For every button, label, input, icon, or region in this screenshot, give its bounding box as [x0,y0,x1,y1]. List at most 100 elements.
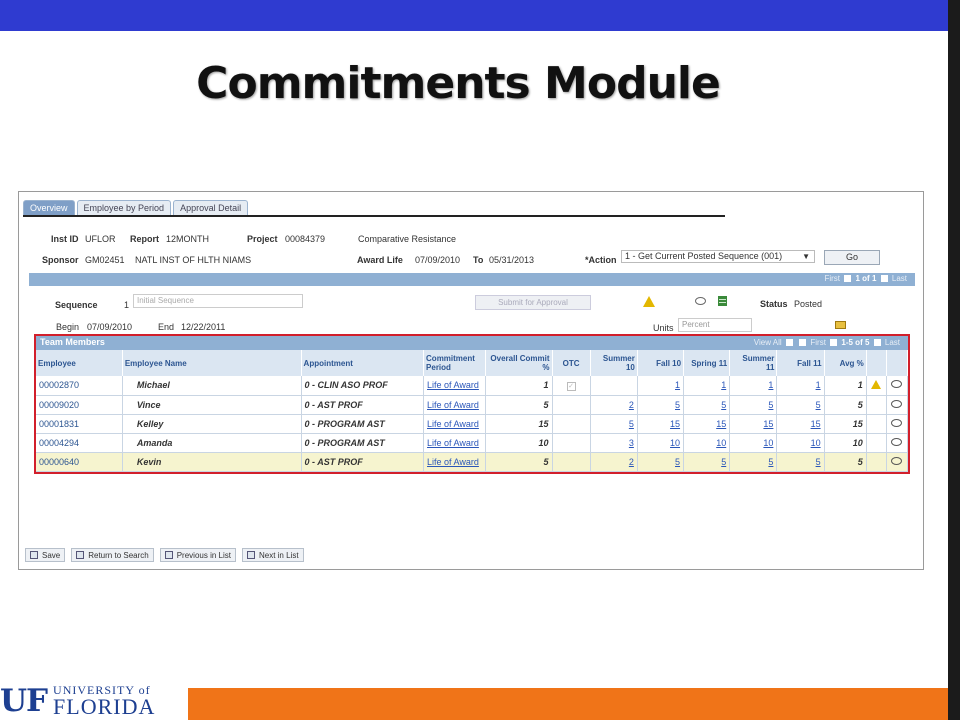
table-row[interactable]: 00002870 Michael 0 - CLIN ASO PROF Life … [36,376,909,396]
summer-10-value[interactable]: 3 [590,433,638,453]
report-value: 12MONTH [166,234,210,244]
fall-10-value[interactable]: 10 [637,433,685,453]
col-comment [886,350,909,376]
summer-11-value[interactable]: 5 [729,395,778,415]
folder-icon[interactable] [835,321,846,329]
col-employee-name[interactable]: Employee Name [122,350,302,376]
next-arrow-icon[interactable] [880,275,888,283]
col-summer-10[interactable]: Summer 10 [590,350,638,376]
comment-icon[interactable] [891,437,903,446]
slide-right-strip [948,0,960,720]
tab-employee-by-period[interactable]: Employee by Period [76,200,172,215]
comment-icon[interactable] [891,456,903,465]
submit-for-approval-button[interactable]: Submit for Approval [475,295,591,310]
commitment-period-link[interactable]: Life of Award [423,395,487,415]
summer-10-value[interactable]: 5 [590,414,638,434]
chevron-down-icon: ▼ [802,252,810,261]
action-select[interactable]: 1 - Get Current Posted Sequence (001) ▼ [621,250,815,263]
spring-11-value[interactable]: 10 [683,433,731,453]
summer-10-value[interactable] [590,376,638,396]
appointment: 0 - AST PROF [301,452,425,472]
next-in-list-button[interactable]: Next in List [241,548,304,562]
spring-11-value[interactable]: 1 [683,376,731,396]
team-last-link[interactable]: Last [885,338,900,347]
warning-icon[interactable] [643,296,655,307]
avg-value: 1 [824,376,867,396]
zoom-icon[interactable] [785,339,793,347]
previous-arrow-icon[interactable] [844,275,852,283]
sequence-range: 1 of 1 [855,274,877,283]
col-employee[interactable]: Employee [36,350,123,376]
table-row[interactable]: 00004294 Amanda 0 - PROGRAM AST Life of … [36,433,909,453]
fall-10-value[interactable]: 15 [637,414,685,434]
summer-11-value[interactable]: 15 [729,414,778,434]
warning-icon[interactable] [871,379,882,389]
previous-arrow-icon[interactable] [830,339,838,347]
col-commitment-period[interactable]: Commitment Period [423,350,487,376]
otc-checkbox[interactable]: ✓ [566,381,576,391]
fall-11-value[interactable]: 5 [776,452,825,472]
begin-label: Begin [56,322,80,332]
return-to-search-button[interactable]: Return to Search [71,548,154,562]
comment-icon[interactable] [891,418,903,427]
col-spring-11[interactable]: Spring 11 [683,350,731,376]
comment-icon[interactable] [891,399,903,408]
spring-11-value[interactable]: 15 [683,414,731,434]
save-button[interactable]: Save [25,548,66,562]
table-row[interactable]: 00001831 Kelley 0 - PROGRAM AST Life of … [36,414,909,434]
fall-11-value[interactable]: 10 [776,433,825,453]
commitment-period-link[interactable]: Life of Award [423,376,487,396]
commitment-period-link[interactable]: Life of Award [423,433,487,453]
summer-10-value[interactable]: 2 [590,395,638,415]
next-in-list-label: Next in List [258,550,299,560]
summer-11-value[interactable]: 1 [729,376,778,396]
next-arrow-icon[interactable] [873,339,881,347]
spreadsheet-icon[interactable] [718,296,727,306]
project-description: Comparative Resistance [358,234,457,244]
view-all-link[interactable]: View All [754,338,782,347]
commitment-period-link[interactable]: Life of Award [423,414,487,434]
summer-11-value[interactable]: 10 [729,433,778,453]
summer-11-value[interactable]: 5 [729,452,778,472]
fall-11-value[interactable]: 5 [776,395,825,415]
employee-id: 00002870 [36,376,123,396]
previous-in-list-button[interactable]: Previous in List [159,548,236,562]
col-summer-11[interactable]: Summer 11 [729,350,778,376]
sequence-description-input[interactable]: Initial Sequence [133,294,303,308]
employee-id: 00001831 [36,414,123,434]
tab-approval-detail[interactable]: Approval Detail [173,200,249,215]
comment-cell [886,452,909,472]
team-members-title: Team Members [40,337,105,347]
table-row-selected[interactable]: 00000640 Kevin 0 - AST PROF Life of Awar… [36,452,909,472]
col-fall-11[interactable]: Fall 11 [776,350,825,376]
comment-icon[interactable] [891,380,903,389]
table-row[interactable]: 00009020 Vince 0 - AST PROF Life of Awar… [36,395,909,415]
download-icon[interactable] [799,339,807,347]
slide-top-bar [0,0,948,31]
spring-11-value[interactable]: 5 [683,452,731,472]
fall-11-value[interactable]: 15 [776,414,825,434]
fall-10-value[interactable]: 1 [637,376,685,396]
spring-11-value[interactable]: 5 [683,395,731,415]
fall-11-value[interactable]: 1 [776,376,825,396]
commitment-period-link[interactable]: Life of Award [423,452,487,472]
comment-cell [886,414,909,434]
team-pager: View All First 1-5 of 5 Last [754,338,900,347]
col-otc[interactable]: OTC [552,350,591,376]
fall-10-value[interactable]: 5 [637,452,685,472]
summer-10-value[interactable]: 2 [590,452,638,472]
project-value: 00084379 [285,234,326,244]
fall-10-value[interactable]: 5 [637,395,685,415]
team-first-link[interactable]: First [810,338,826,347]
col-appointment[interactable]: Appointment [301,350,425,376]
units-select[interactable]: Percent [678,318,752,332]
col-overall-commit[interactable]: Overall Commit % [485,350,553,376]
sequence-header-bar: First 1 of 1 Last [29,273,915,286]
sequence-first-link[interactable]: First [824,274,840,283]
col-avg[interactable]: Avg % [824,350,867,376]
comment-icon[interactable] [695,297,706,305]
sequence-last-link[interactable]: Last [892,274,907,283]
tab-overview[interactable]: Overview [23,200,75,215]
go-button[interactable]: Go [824,250,880,265]
col-fall-10[interactable]: Fall 10 [637,350,685,376]
